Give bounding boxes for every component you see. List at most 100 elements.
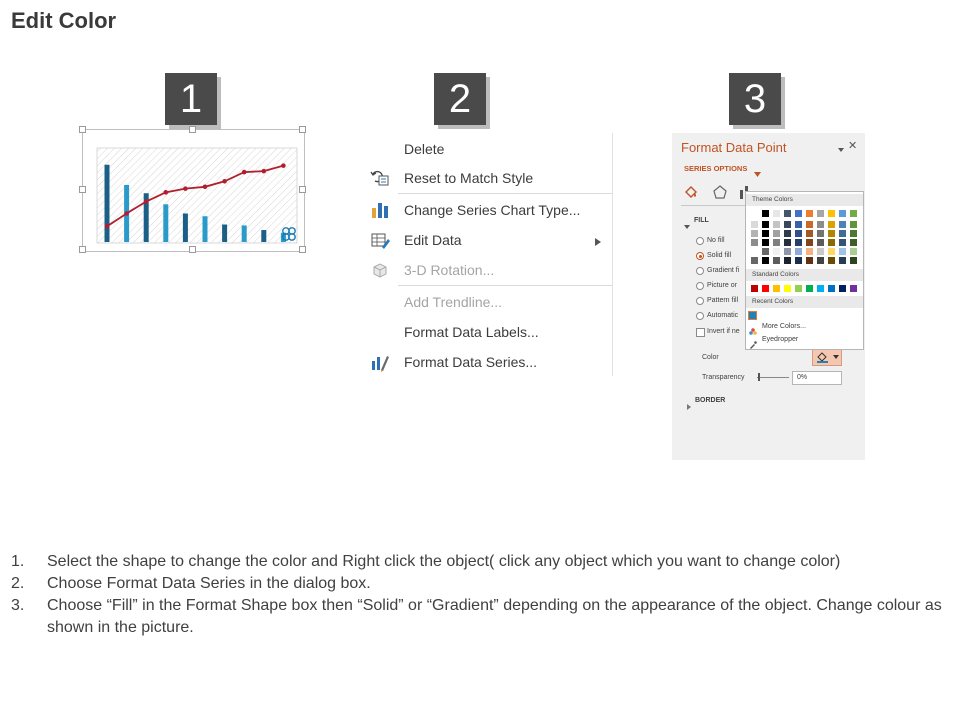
theme-color-swatch[interactable]	[806, 221, 813, 228]
theme-color-swatch[interactable]	[850, 210, 857, 217]
resize-handle-t[interactable]	[189, 126, 196, 133]
chart-bar[interactable]	[241, 225, 247, 242]
chart-line-point[interactable]	[241, 169, 247, 175]
chart-filter-icon[interactable]	[281, 226, 297, 242]
menu-item-edit-data[interactable]: Edit Data	[366, 226, 614, 254]
chart-bar[interactable]	[261, 230, 267, 242]
chart-line-point[interactable]	[183, 186, 188, 191]
theme-color-swatch[interactable]	[828, 239, 835, 246]
chart-bar[interactable]	[163, 204, 169, 242]
resize-handle-b[interactable]	[189, 246, 196, 253]
radio-pattern-fill[interactable]	[696, 297, 704, 305]
radio-no-fill[interactable]	[696, 237, 704, 245]
theme-color-swatch[interactable]	[784, 257, 791, 264]
chart-line-point[interactable]	[202, 184, 208, 190]
theme-color-swatch[interactable]	[751, 210, 758, 217]
theme-color-swatch[interactable]	[773, 221, 780, 228]
chart-bar[interactable]	[182, 213, 188, 242]
menu-item-change-chart-type[interactable]: Change Series Chart Type...	[366, 196, 614, 224]
theme-color-swatch[interactable]	[784, 210, 791, 217]
menu-item-reset-style[interactable]: Reset to Match Style	[366, 164, 614, 192]
resize-handle-r[interactable]	[299, 186, 306, 193]
theme-color-swatch[interactable]	[751, 239, 758, 246]
theme-color-swatch[interactable]	[795, 248, 802, 255]
theme-color-swatch[interactable]	[795, 210, 802, 217]
radio-gradient-fill[interactable]	[696, 267, 704, 275]
menu-item-delete[interactable]: Delete	[366, 135, 614, 163]
theme-color-swatch[interactable]	[828, 210, 835, 217]
theme-color-swatch[interactable]	[806, 239, 813, 246]
theme-color-swatch[interactable]	[817, 257, 824, 264]
standard-color-swatch[interactable]	[806, 285, 813, 292]
theme-color-swatch[interactable]	[817, 239, 824, 246]
theme-color-swatch[interactable]	[762, 257, 769, 264]
theme-color-swatch[interactable]	[751, 221, 758, 228]
menu-item-format-data-labels[interactable]: Format Data Labels...	[366, 318, 614, 346]
more-colors-item[interactable]: More Colors...	[762, 323, 806, 330]
pane-options-chevron-icon[interactable]	[837, 141, 845, 159]
standard-color-swatch[interactable]	[850, 285, 857, 292]
border-section-header[interactable]: BORDER	[695, 397, 725, 404]
transparency-input[interactable]: 0%	[792, 371, 842, 385]
border-expand-icon[interactable]	[686, 397, 692, 415]
theme-color-swatch[interactable]	[828, 230, 835, 237]
radio-picture-fill[interactable]	[696, 282, 704, 290]
menu-item-format-data-series[interactable]: Format Data Series...	[366, 348, 614, 376]
theme-color-swatch[interactable]	[850, 248, 857, 255]
theme-color-swatch[interactable]	[817, 210, 824, 217]
theme-color-swatch[interactable]	[806, 257, 813, 264]
theme-color-swatch[interactable]	[839, 248, 846, 255]
theme-color-swatch[interactable]	[850, 239, 857, 246]
chart-line-point[interactable]	[261, 168, 267, 174]
theme-color-swatch[interactable]	[828, 221, 835, 228]
theme-color-swatch[interactable]	[762, 221, 769, 228]
theme-color-swatch[interactable]	[839, 239, 846, 246]
theme-color-swatch[interactable]	[751, 257, 758, 264]
theme-color-swatch[interactable]	[795, 239, 802, 246]
resize-handle-l[interactable]	[79, 186, 86, 193]
effects-tab-icon[interactable]	[712, 184, 728, 205]
chart-line-point[interactable]	[104, 224, 110, 229]
color-picker-button[interactable]	[812, 348, 842, 366]
theme-color-swatch[interactable]	[795, 257, 802, 264]
recent-color-swatch[interactable]	[748, 311, 757, 320]
theme-color-swatch[interactable]	[839, 210, 846, 217]
theme-color-swatch[interactable]	[784, 248, 791, 255]
theme-color-swatch[interactable]	[762, 248, 769, 255]
fill-section-header[interactable]: FILL	[694, 217, 709, 224]
standard-color-swatch[interactable]	[784, 285, 791, 292]
standard-color-swatch[interactable]	[817, 285, 824, 292]
theme-color-swatch[interactable]	[839, 221, 846, 228]
theme-color-swatch[interactable]	[773, 257, 780, 264]
theme-color-swatch[interactable]	[762, 230, 769, 237]
theme-color-swatch[interactable]	[751, 230, 758, 237]
standard-color-swatch[interactable]	[751, 285, 758, 292]
chart-line-point[interactable]	[163, 190, 169, 195]
fill-line-tab-icon[interactable]	[683, 184, 699, 205]
theme-color-swatch[interactable]	[773, 230, 780, 237]
theme-color-swatch[interactable]	[850, 230, 857, 237]
transparency-slider[interactable]	[757, 377, 789, 378]
chart-line-point[interactable]	[222, 178, 227, 184]
theme-color-swatch[interactable]	[784, 230, 791, 237]
resize-handle-br[interactable]	[299, 246, 306, 253]
theme-color-swatch[interactable]	[773, 239, 780, 246]
theme-color-swatch[interactable]	[817, 248, 824, 255]
chart-line-point[interactable]	[143, 199, 149, 204]
menu-item-3d-rotation[interactable]: 3-D Rotation...	[366, 256, 614, 284]
standard-color-swatch[interactable]	[828, 285, 835, 292]
chart-bar[interactable]	[202, 216, 208, 242]
chart-line-point[interactable]	[124, 211, 129, 216]
resize-handle-tl[interactable]	[79, 126, 86, 133]
theme-color-swatch[interactable]	[850, 221, 857, 228]
series-options-dropdown[interactable]: SERIES OPTIONS	[684, 164, 747, 173]
selected-chart[interactable]	[79, 126, 306, 253]
chart-bar[interactable]	[222, 224, 228, 242]
theme-color-swatch[interactable]	[784, 239, 791, 246]
resize-handle-tr[interactable]	[299, 126, 306, 133]
chart-line-point[interactable]	[281, 163, 286, 168]
standard-color-swatch[interactable]	[773, 285, 780, 292]
theme-color-swatch[interactable]	[762, 210, 769, 217]
theme-color-swatch[interactable]	[751, 248, 758, 255]
transparency-slider-thumb[interactable]	[758, 373, 760, 381]
